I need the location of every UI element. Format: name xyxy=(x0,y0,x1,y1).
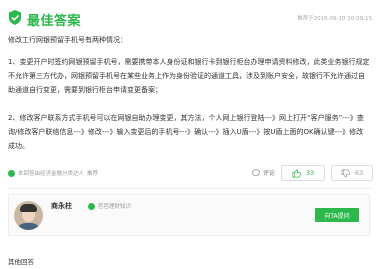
answer-footer: 本回答由经济金融分类达人 推荐 评论 33 63 xyxy=(0,165,380,182)
answer-content: 修改工行网银预留手机号有两种情况： 1、变更开户时签约网银预留手机号，需要携带本… xyxy=(8,33,370,153)
comment-button[interactable]: 评论 xyxy=(252,168,275,177)
comment-icon xyxy=(252,169,260,176)
best-answer-title: 最佳答案 xyxy=(27,14,82,29)
answerer-name[interactable]: 商永柱 xyxy=(51,201,72,211)
answer-header: 最佳答案 推荐于2016-09-10 10:09:15 xyxy=(8,9,372,29)
thumbs-down-icon xyxy=(341,169,350,177)
divider xyxy=(8,188,372,189)
other-answers-label: 其他回答 xyxy=(8,258,34,266)
dislike-button[interactable]: 63 xyxy=(331,165,373,181)
answer-source: 本回答由经济金融分类达人 推荐 xyxy=(8,169,98,177)
avatar[interactable] xyxy=(14,201,43,230)
check-badge-icon xyxy=(8,169,15,177)
ask-ta-button[interactable]: 向TA提问 xyxy=(315,208,359,222)
source-link[interactable]: 推荐 xyxy=(87,169,98,177)
answerer-card: 商永柱 芭芭理财知识 向TA提问 xyxy=(8,194,370,236)
thumbs-up-icon xyxy=(292,169,301,177)
answer-intro: 修改工行网银预留手机号有两种情况： xyxy=(8,36,127,44)
dislike-count: 63 xyxy=(354,169,364,177)
answerer-level: 芭芭理财知识 xyxy=(88,202,131,210)
answerer-level-text: 芭芭理财知识 xyxy=(98,204,132,210)
like-button[interactable]: 33 xyxy=(281,165,325,181)
source-text: 本回答由经济金融分类达人 xyxy=(18,171,85,177)
like-count: 33 xyxy=(305,169,315,177)
best-answer-icon xyxy=(9,10,21,25)
level-badge-icon xyxy=(88,202,95,210)
answer-paragraph-2: 2、修改客户联系方式手机号可以在网银自助办理变更，其方法，个人网上银行登陆---… xyxy=(8,114,364,150)
answer-paragraph-1: 1、变更开户时签约网银预留手机号，需要携带本人身份证和银行卡到银行柜台办理申请资… xyxy=(8,58,370,94)
answer-timestamp: 推荐于2016-09-10 10:09:15 xyxy=(297,16,372,22)
comment-label: 评论 xyxy=(263,170,276,177)
